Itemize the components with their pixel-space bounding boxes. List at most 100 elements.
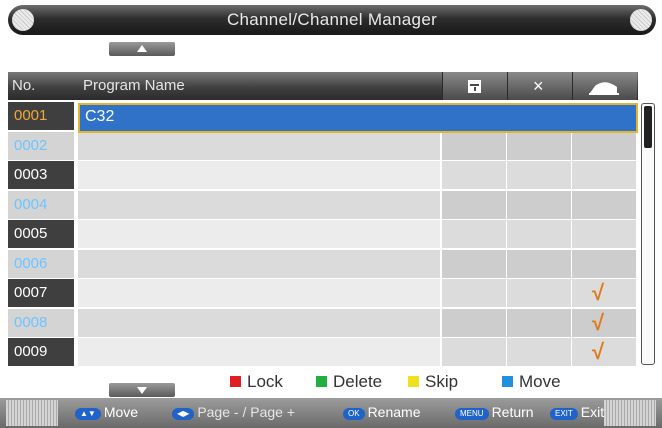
- delete-cell[interactable]: [507, 249, 571, 278]
- skip-icon: [589, 82, 619, 95]
- exit-key-icon: EXIT: [550, 408, 578, 420]
- hint-page: ◀▶ Page - / Page +: [172, 404, 295, 420]
- hint-rename-label: Rename: [367, 404, 421, 420]
- delete-cell[interactable]: [507, 338, 571, 366]
- row-no: 0009: [8, 338, 74, 366]
- lock-cell[interactable]: [442, 279, 506, 307]
- skip-cell[interactable]: [572, 220, 636, 248]
- row-no: 0007: [8, 279, 74, 307]
- legend-delete: Delete: [316, 372, 382, 392]
- program-name: [78, 308, 440, 337]
- program-name: [78, 220, 440, 248]
- program-name: [78, 279, 440, 307]
- delete-cell[interactable]: [507, 131, 571, 160]
- check-icon: √: [592, 280, 605, 305]
- lock-cell[interactable]: [442, 338, 506, 366]
- legend-lock: Lock: [230, 372, 283, 392]
- yellow-square-icon: [408, 376, 419, 387]
- legend-delete-label: Delete: [333, 372, 383, 391]
- scroll-up-button[interactable]: [109, 42, 175, 56]
- lock-cell[interactable]: [442, 308, 506, 337]
- header-lock: [442, 72, 507, 100]
- ok-key-icon: OK: [343, 408, 365, 420]
- hint-rename: OK Rename: [343, 404, 420, 420]
- lock-icon: [468, 80, 481, 93]
- skip-cell[interactable]: √: [572, 338, 636, 366]
- skip-cell[interactable]: √: [572, 279, 636, 307]
- program-name: [78, 338, 440, 366]
- row-no: 0005: [8, 220, 74, 248]
- program-name: [78, 131, 440, 160]
- table-row[interactable]: 0007 √: [8, 279, 638, 307]
- delete-cell[interactable]: [507, 279, 571, 307]
- red-square-icon: [230, 376, 241, 387]
- legend-move: Move: [502, 372, 561, 392]
- header-skip: [572, 72, 637, 100]
- row-no: 0008: [8, 308, 74, 337]
- delete-cell[interactable]: [507, 190, 571, 219]
- header-program-name: Program Name: [83, 77, 185, 94]
- lock-cell[interactable]: [442, 131, 506, 160]
- delete-cell[interactable]: [507, 220, 571, 248]
- lock-cell[interactable]: [442, 220, 506, 248]
- hint-exit: EXIT Exit: [550, 404, 604, 420]
- check-icon: √: [592, 339, 605, 364]
- blue-square-icon: [502, 376, 513, 387]
- table-row[interactable]: 0005: [8, 220, 638, 248]
- footer-left-decoration: [6, 400, 58, 426]
- up-down-key-icon: ▲▼: [75, 408, 101, 420]
- table-row[interactable]: 0002: [8, 131, 638, 160]
- row-no: 0004: [8, 190, 74, 219]
- program-name: [78, 161, 440, 189]
- row-no: 0006: [8, 249, 74, 278]
- header-no: No.: [12, 77, 36, 94]
- row-no: 0003: [8, 161, 74, 189]
- skip-cell[interactable]: √: [572, 308, 636, 337]
- hint-move-label: Move: [103, 404, 139, 420]
- legend-move-label: Move: [519, 372, 561, 391]
- hint-return-label: Return: [491, 404, 534, 420]
- hint-exit-label: Exit: [580, 404, 605, 420]
- hint-return: MENU Return: [455, 404, 534, 420]
- program-name: [78, 190, 440, 219]
- lock-cell[interactable]: [442, 190, 506, 219]
- hint-move: ▲▼ Move: [75, 404, 138, 420]
- check-icon: √: [592, 309, 605, 335]
- legend-skip: Skip: [408, 372, 458, 392]
- skip-cell[interactable]: [572, 131, 636, 160]
- lock-cell[interactable]: [442, 249, 506, 278]
- green-square-icon: [316, 376, 327, 387]
- skip-cell[interactable]: [572, 161, 636, 189]
- footer-right-decoration: [604, 400, 656, 426]
- table-row[interactable]: 0008 √: [8, 308, 638, 337]
- table-row[interactable]: 0003: [8, 161, 638, 189]
- page-title: Channel/Channel Manager: [226, 10, 438, 29]
- delete-cell[interactable]: [507, 308, 571, 337]
- left-right-key-icon: ◀▶: [172, 408, 195, 420]
- delete-cell[interactable]: [507, 161, 571, 189]
- row-no: 0001: [8, 102, 74, 130]
- header-delete: ×: [507, 72, 572, 100]
- scrollbar[interactable]: [641, 103, 655, 365]
- arrow-up-icon: [137, 45, 147, 52]
- program-name: [78, 249, 440, 278]
- title-bar: Channel/Channel Manager: [8, 5, 656, 35]
- scrollbar-thumb[interactable]: [644, 106, 652, 148]
- table-row[interactable]: 0004: [8, 190, 638, 219]
- table-row[interactable]: 0009 √: [8, 338, 638, 366]
- lock-cell[interactable]: [442, 161, 506, 189]
- table-header: No. Program Name ×: [8, 72, 638, 100]
- row-no: 0002: [8, 131, 74, 160]
- hint-page-label: Page - / Page +: [197, 404, 295, 420]
- legend-lock-label: Lock: [247, 372, 283, 391]
- menu-key-icon: MENU: [455, 408, 489, 420]
- skip-cell[interactable]: [572, 190, 636, 219]
- footer: ▲▼ Move ◀▶ Page - / Page + OK Rename MENU Re…: [0, 398, 662, 428]
- delete-icon: ×: [533, 76, 544, 96]
- selected-row[interactable]: C32: [78, 103, 638, 133]
- skip-cell[interactable]: [572, 249, 636, 278]
- table-row[interactable]: 0006: [8, 249, 638, 278]
- program-name: C32: [85, 108, 115, 125]
- legend-skip-label: Skip: [425, 372, 459, 391]
- legend: Lock Delete Skip Move: [0, 372, 662, 392]
